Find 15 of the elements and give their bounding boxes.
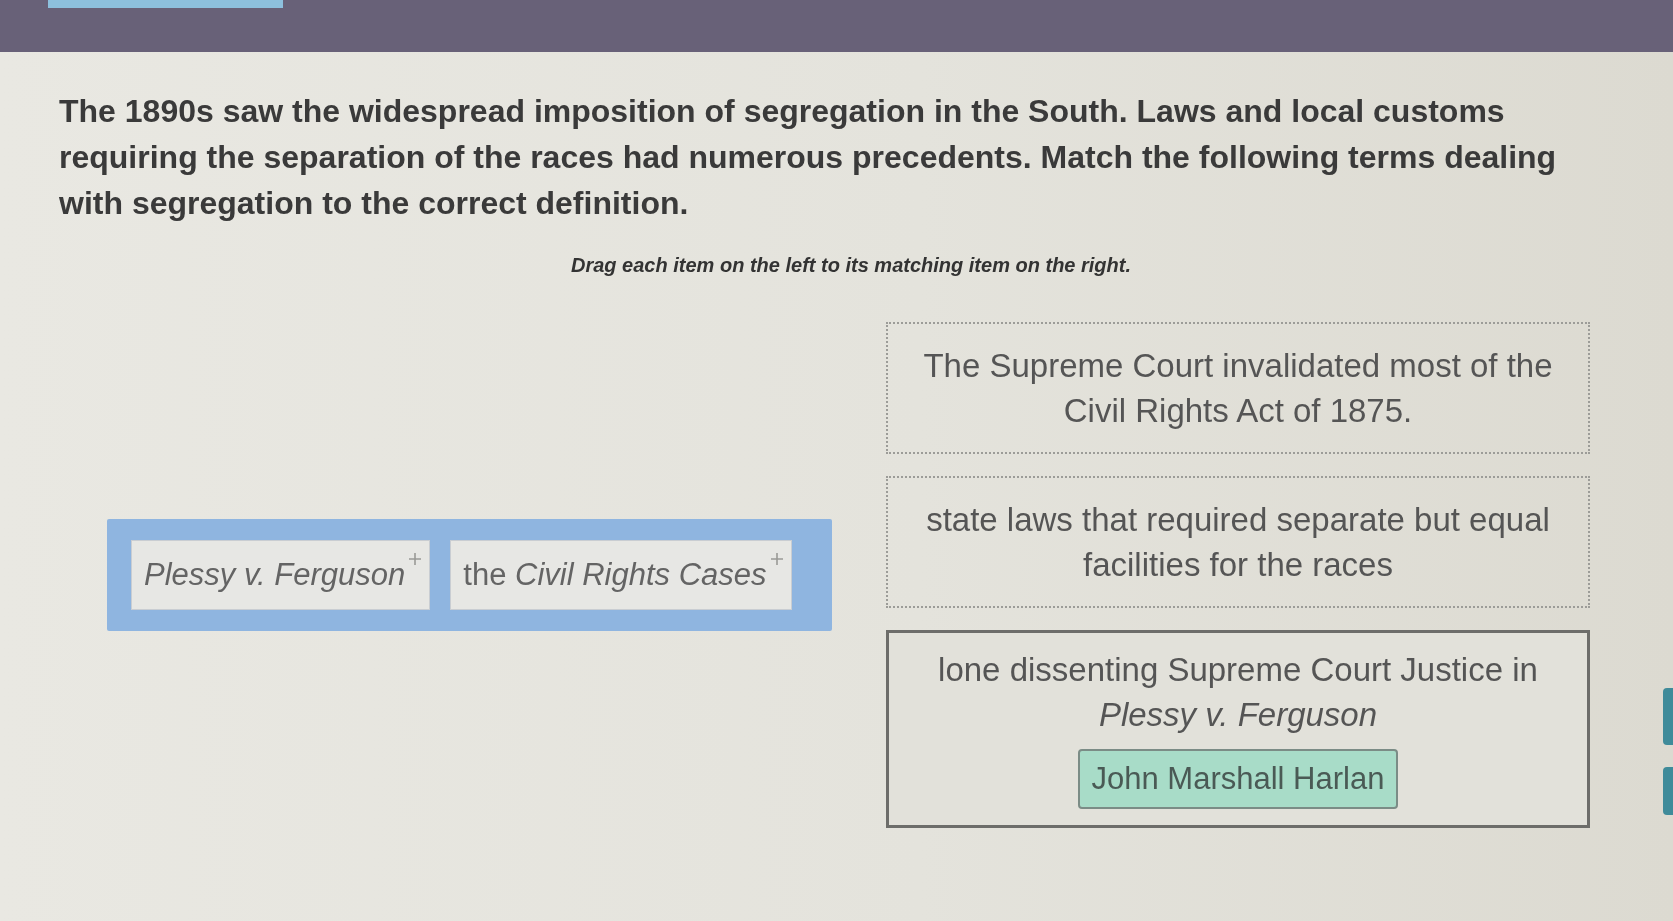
term-card[interactable]: Plessy v. Ferguson [131, 540, 431, 610]
definition-text: state laws that required separate but equal facilities for the races [925, 500, 1551, 585]
side-tab[interactable] [1663, 767, 1673, 815]
answer-card[interactable]: John Marshall Harlan [1077, 749, 1399, 809]
drop-target[interactable]: state laws that required separate but equal facilities for the races [886, 476, 1590, 608]
definition-text: The Supreme Court invalidated most of the Civil Rights Act of 1875. [922, 346, 1554, 431]
plus-icon [770, 553, 783, 565]
side-tab[interactable] [1663, 688, 1673, 745]
plus-icon [409, 553, 422, 565]
term-card[interactable]: the Civil Rights Cases [450, 540, 792, 610]
drop-target[interactable]: The Supreme Court invalidated most of the Civil Rights Act of 1875. [886, 322, 1590, 454]
drop-target[interactable]: lone dissenting Supreme Court Justice in Plessy v. Ferguson John Marshall Harlan [886, 630, 1590, 828]
question-text: The 1890s saw the widespread imposition of segregation in the South. Laws and local customs requiring the separation of the races had numerous precedents. Match the following terms dealing with segregation to the correct definition. [59, 92, 1558, 223]
definition-text: lone dissenting Supreme Court Justice in Plessy v. Ferguson [937, 650, 1539, 735]
instruction-text: Drag each item on the left to its matching item on the right. [569, 253, 1133, 278]
